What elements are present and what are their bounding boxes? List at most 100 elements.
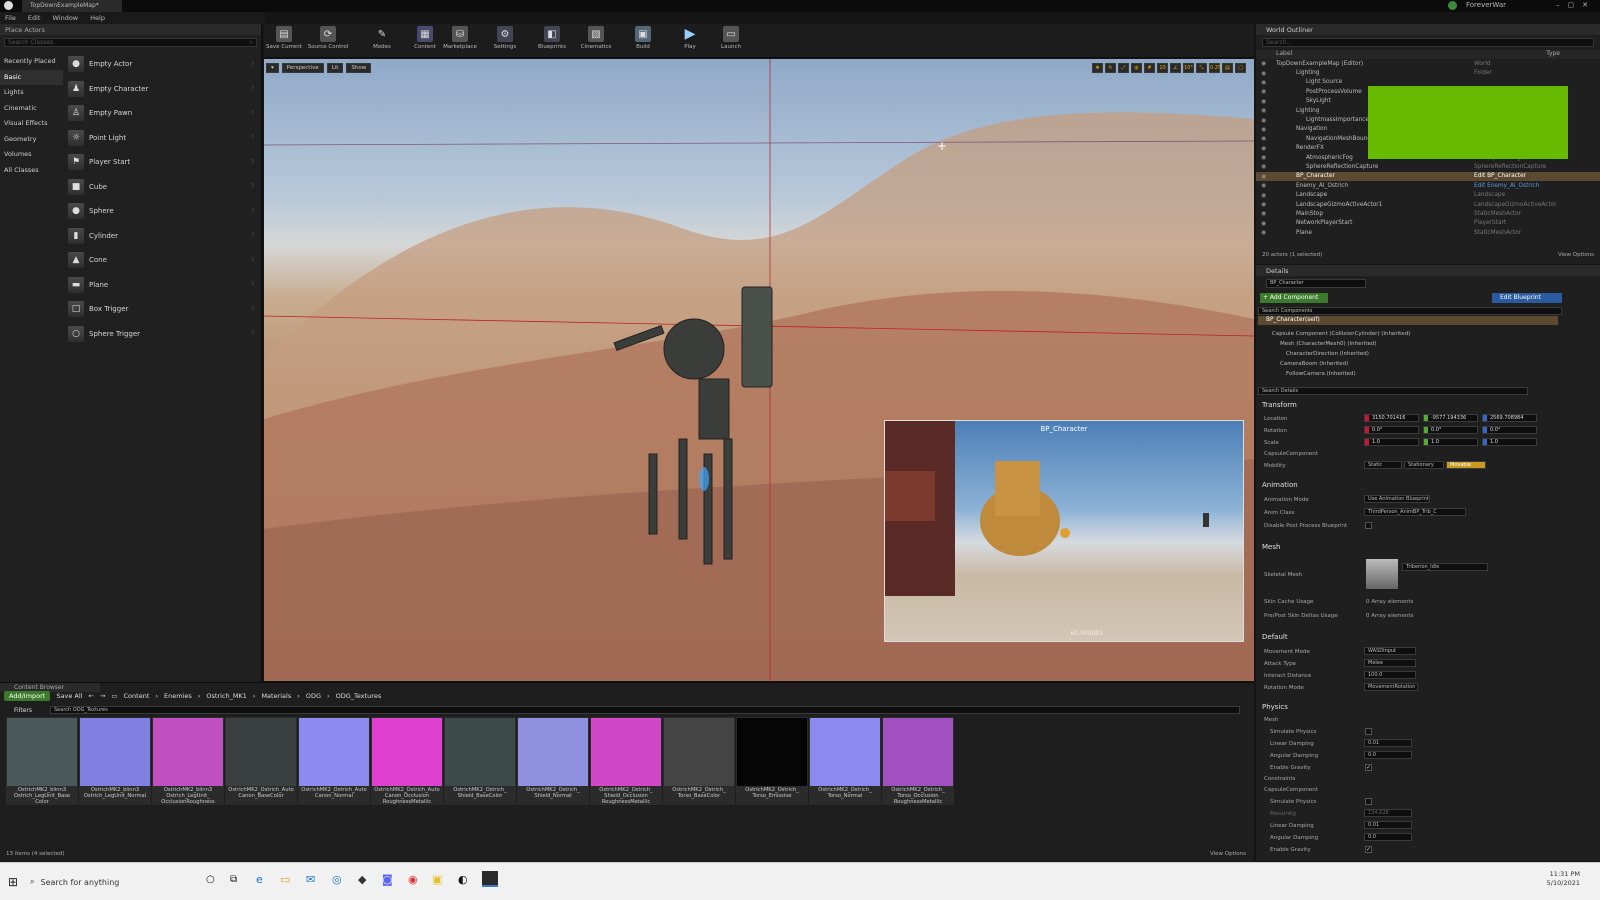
show-button[interactable]: Show bbox=[346, 63, 372, 73]
rotation-y-field[interactable]: 0.0° bbox=[1423, 426, 1478, 434]
outliner-row[interactable]: ◉ TopDownExampleMap (Editor) World bbox=[1256, 59, 1600, 68]
asset-tile[interactable]: OstrichMK2_Ostrich_ Shield_BaseColor bbox=[444, 717, 516, 805]
content-view-options[interactable]: View Options bbox=[1210, 851, 1246, 857]
marketplace-button[interactable]: ⛁ Marketplace bbox=[440, 26, 480, 56]
rotation-mode-select[interactable]: MovementRotation bbox=[1364, 683, 1418, 691]
rotation-snap-value[interactable]: 10° bbox=[1183, 63, 1194, 73]
breadcrumb-enemies[interactable]: Enemies bbox=[164, 692, 192, 700]
grid-snap-icon[interactable]: # bbox=[1144, 63, 1155, 73]
edge-icon[interactable]: e bbox=[256, 873, 263, 886]
scale-snap-icon[interactable]: ⤡ bbox=[1196, 63, 1207, 73]
outliner-row[interactable]: ◉ SphereReflectionCapture SphereReflection… bbox=[1256, 162, 1600, 171]
taskbar-search[interactable]: ⌕ Search for anything bbox=[30, 872, 190, 892]
scale-x-field[interactable]: 1.0 bbox=[1364, 438, 1419, 446]
asset-tile[interactable]: OstrichMK2_Ostrich_ Shield_Occlusion Rou… bbox=[590, 717, 662, 805]
eye-icon[interactable]: ◉ bbox=[1256, 126, 1274, 133]
outliner-search-input[interactable]: Search... bbox=[1262, 38, 1594, 47]
asset-tile[interactable]: OstrichMK2_Ostrich_Auto Canon_Normal bbox=[298, 717, 370, 805]
window-controls[interactable]: –▢✕ bbox=[1556, 1, 1596, 9]
scale-snap-value[interactable]: 0.25 bbox=[1209, 63, 1221, 73]
disable-pp-checkbox[interactable] bbox=[1365, 522, 1372, 529]
eye-icon[interactable]: ◉ bbox=[1256, 192, 1274, 199]
settings-button[interactable]: ⚙ Settings bbox=[485, 26, 525, 56]
forward-icon[interactable]: → bbox=[100, 692, 105, 700]
add-import-button[interactable]: Add/Import bbox=[4, 691, 51, 701]
location-label[interactable]: Location bbox=[1264, 416, 1287, 422]
eye-icon[interactable]: ◉ bbox=[1256, 154, 1274, 161]
skeletal-mesh-select[interactable]: Triberion_Idle bbox=[1402, 563, 1488, 571]
component-item[interactable]: CharacterDirection (Inherited) bbox=[1286, 351, 1369, 357]
col-label[interactable]: Label bbox=[1276, 50, 1292, 59]
actor-item[interactable]: ● Empty Actor? bbox=[64, 52, 258, 77]
file-explorer-icon[interactable]: ▭ bbox=[280, 873, 290, 886]
enable-gravity-checkbox[interactable]: ✓ bbox=[1365, 764, 1372, 771]
transform-header[interactable]: Transform bbox=[1258, 401, 1598, 411]
physics-capsule-label[interactable]: CapsuleComponent bbox=[1264, 787, 1318, 793]
category-recently-placed[interactable]: Recently Placed bbox=[0, 54, 63, 70]
breadcrumb-ostrich[interactable]: Ostrich_MK1 bbox=[206, 692, 246, 700]
angular-damping-2-field[interactable]: 0.0 bbox=[1364, 833, 1412, 841]
outliner-row-selected[interactable]: ◉ BP_Character Edit BP_Character bbox=[1256, 171, 1600, 182]
category-cinematic[interactable]: Cinematic bbox=[0, 101, 63, 117]
eye-icon[interactable]: ◉ bbox=[1256, 173, 1274, 180]
mobility-stationary-button[interactable]: Stationary bbox=[1404, 461, 1444, 469]
rotation-label[interactable]: Rotation bbox=[1264, 428, 1287, 434]
eye-icon[interactable]: ◉ bbox=[1256, 210, 1274, 217]
location-x-field[interactable]: 3150.701416 bbox=[1364, 414, 1419, 422]
capsule-component-label[interactable]: CapsuleComponent bbox=[1264, 451, 1318, 457]
scale-z-field[interactable]: 1.0 bbox=[1482, 438, 1537, 446]
cortana-icon[interactable]: ○ bbox=[206, 874, 215, 885]
blueprints-button[interactable]: ◧ Blueprints bbox=[532, 26, 572, 56]
lit-button[interactable]: Lit bbox=[326, 63, 344, 73]
row-type-link[interactable]: Edit BP_Character bbox=[1474, 173, 1526, 179]
outliner-row[interactable]: ◉ Lighting Folder bbox=[1256, 68, 1600, 77]
menu-file[interactable]: File bbox=[5, 14, 16, 22]
asset-search-input[interactable]: Search ODG_Textures bbox=[50, 706, 1240, 714]
menu-edit[interactable]: Edit bbox=[28, 14, 41, 22]
simulate-physics-checkbox[interactable] bbox=[1365, 728, 1372, 735]
app-icon[interactable]: ◉ bbox=[408, 873, 418, 886]
outliner-row[interactable]: ◉ LandscapeGizmoActiveActor1 LandscapeGizm… bbox=[1256, 200, 1600, 209]
menu-window[interactable]: Window bbox=[52, 14, 78, 22]
asset-tile[interactable]: OstrichMK2_blinn3 Ostrich_LegUnit_Base C… bbox=[6, 717, 78, 805]
interact-distance-field[interactable]: 100.0 bbox=[1364, 671, 1416, 679]
movement-mode-select[interactable]: WASDInput bbox=[1364, 647, 1416, 655]
eye-icon[interactable]: ◉ bbox=[1256, 107, 1274, 114]
category-all-classes[interactable]: All Classes bbox=[0, 163, 63, 179]
location-y-field[interactable]: -9577.194336 bbox=[1423, 414, 1478, 422]
asset-tile[interactable]: OstrichMK2_blinn3 Ostrich_LegUnit_ Occlu… bbox=[152, 717, 224, 805]
rotation-snap-icon[interactable]: ∠ bbox=[1170, 63, 1181, 73]
actor-name-field[interactable]: BP_Character bbox=[1266, 279, 1366, 288]
rotation-z-field[interactable]: 0.0° bbox=[1482, 426, 1537, 434]
help-icon[interactable]: ? bbox=[251, 159, 254, 166]
eye-icon[interactable]: ◉ bbox=[1256, 145, 1274, 152]
add-component-button[interactable]: + Add Component bbox=[1260, 293, 1328, 303]
component-search-input[interactable]: Search Components bbox=[1258, 307, 1562, 315]
linear-damping-2-field[interactable]: 0.01 bbox=[1364, 821, 1412, 829]
eye-icon[interactable]: ◉ bbox=[1256, 201, 1274, 208]
breadcrumb-materials[interactable]: Materials bbox=[261, 692, 291, 700]
cinematics-button[interactable]: ▧ Cinematics bbox=[576, 26, 616, 56]
physics-header[interactable]: Physics bbox=[1258, 703, 1598, 713]
scale-y-field[interactable]: 1.0 bbox=[1423, 438, 1478, 446]
help-icon[interactable]: ? bbox=[251, 281, 254, 288]
outliner-row[interactable]: ◉ NetworkPlayerStart PlayerStart bbox=[1256, 219, 1600, 228]
world-icon[interactable]: ◍ bbox=[1131, 63, 1142, 73]
app-icon[interactable]: ◆ bbox=[358, 873, 366, 886]
asset-tile[interactable]: OstrichMK2_Ostrich_ Torso_Occlusion Roug… bbox=[882, 717, 954, 805]
menu-help[interactable]: Help bbox=[90, 14, 105, 22]
animation-header[interactable]: Animation bbox=[1258, 481, 1598, 491]
component-self[interactable]: BP_Character(self) bbox=[1258, 316, 1558, 325]
help-icon[interactable]: ? bbox=[251, 61, 254, 68]
content-button[interactable]: ▦ Content bbox=[405, 26, 445, 56]
class-search-input[interactable]: Search Classes ⌕ bbox=[4, 38, 257, 47]
outliner-row[interactable]: ◉ Landscape Landscape bbox=[1256, 190, 1600, 199]
help-icon[interactable]: ? bbox=[251, 85, 254, 92]
physics-mesh-label[interactable]: Mesh bbox=[1264, 717, 1278, 723]
active-app-icon[interactable] bbox=[482, 871, 498, 887]
eye-icon[interactable]: ◉ bbox=[1256, 182, 1274, 189]
breadcrumb-content[interactable]: Content bbox=[124, 692, 150, 700]
help-icon[interactable]: ? bbox=[251, 330, 254, 337]
modes-button[interactable]: ✎ Modes bbox=[362, 26, 402, 56]
app-icon[interactable]: ◎ bbox=[332, 873, 342, 886]
